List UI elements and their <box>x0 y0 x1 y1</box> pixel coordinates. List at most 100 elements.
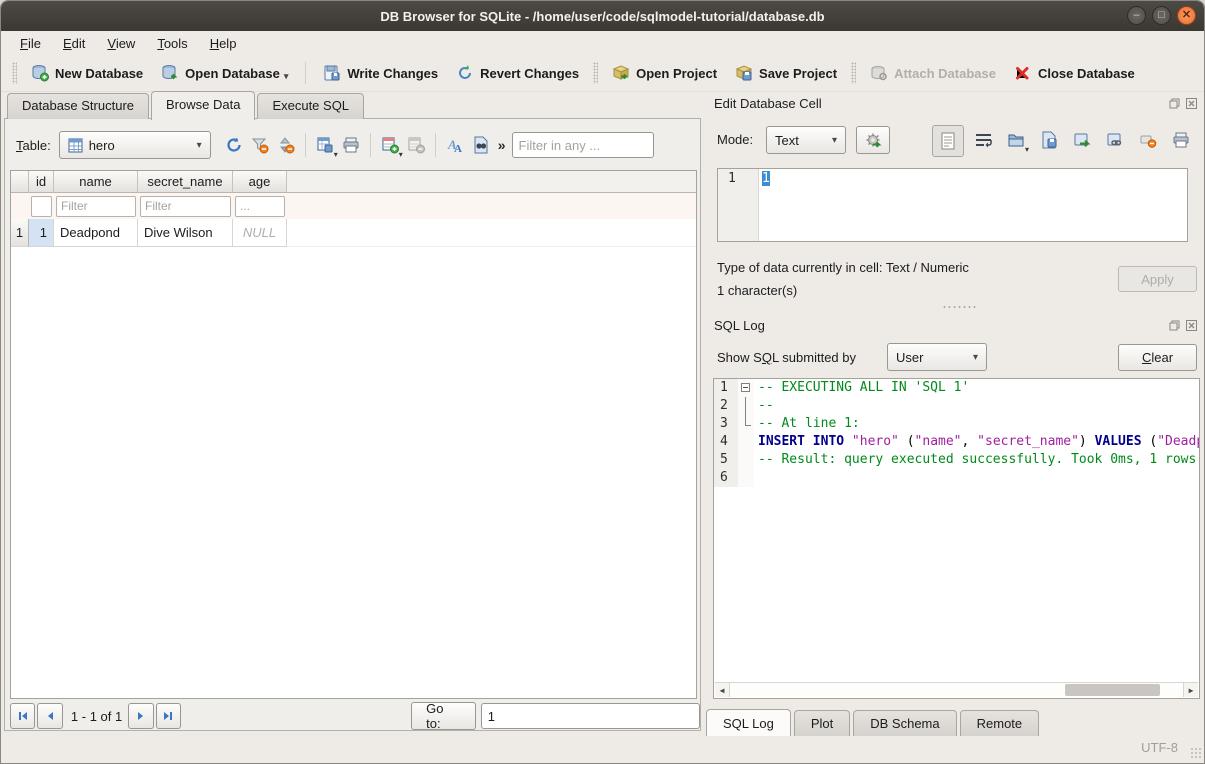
column-header-name[interactable]: name <box>54 171 138 193</box>
new-database-button[interactable]: New Database <box>22 59 152 87</box>
grid-filter-row <box>11 193 696 219</box>
mode-select[interactable]: Text ▾ <box>766 126 846 154</box>
mode-label: Mode: <box>717 132 753 147</box>
status-bar: UTF-8 <box>1 733 1205 763</box>
write-changes-button[interactable]: Write Changes <box>314 59 447 87</box>
save-project-icon <box>735 64 753 82</box>
toolbar-handle <box>851 62 856 84</box>
resize-grip[interactable] <box>1190 747 1202 759</box>
copy-link-button[interactable] <box>1102 127 1128 153</box>
clear-filters-button[interactable] <box>247 132 273 158</box>
filter-input-secret-name[interactable] <box>140 196 231 217</box>
save-as-button[interactable] <box>1069 127 1095 153</box>
scroll-right-icon[interactable]: ▶ <box>1184 683 1198 697</box>
float-dock-icon[interactable] <box>1168 97 1181 110</box>
filter-input-id[interactable] <box>31 196 52 217</box>
previous-record-button[interactable] <box>37 703 62 729</box>
font-icon: AA <box>446 136 464 154</box>
panel-splitter-handle[interactable] <box>942 305 976 309</box>
word-wrap-button[interactable] <box>970 127 996 153</box>
first-record-button[interactable] <box>10 703 35 729</box>
browse-data-pane: Table: hero ▾ ▾ <box>4 118 701 731</box>
import-data-button[interactable]: ▾ <box>1003 127 1029 153</box>
open-database-dropdown-icon[interactable]: ▾ <box>284 71 289 82</box>
clear-sorting-button[interactable] <box>273 132 299 158</box>
maximize-icon[interactable]: □ <box>1152 6 1171 25</box>
row-header[interactable]: 1 <box>11 219 29 247</box>
cell-name[interactable]: Deadpond <box>54 219 138 247</box>
revert-changes-button[interactable]: Revert Changes <box>447 59 588 87</box>
minimize-icon[interactable]: – <box>1127 6 1146 25</box>
text-mode-button[interactable] <box>932 125 964 157</box>
open-project-button[interactable]: Open Project <box>603 59 726 87</box>
sql-log-editor[interactable]: 1-- EXECUTING ALL IN 'SQL 1'2--3-- At li… <box>713 378 1200 699</box>
import-dropdown-icon[interactable]: ▾ <box>1025 145 1029 154</box>
column-header-age[interactable]: age <box>233 171 287 193</box>
close-database-icon <box>1014 64 1032 82</box>
last-record-button[interactable] <box>156 703 181 729</box>
clear-sort-icon <box>277 136 295 154</box>
save-project-button[interactable]: Save Project <box>726 59 846 87</box>
sql-log-lines: 1-- EXECUTING ALL IN 'SQL 1'2--3-- At li… <box>714 379 1199 683</box>
goto-input[interactable] <box>481 703 700 729</box>
close-dock-icon[interactable] <box>1185 319 1198 332</box>
table-icon <box>68 138 83 153</box>
bottom-tabbar: SQL Log Plot DB Schema Remote <box>706 709 1042 736</box>
cell-age[interactable]: NULL <box>233 219 287 247</box>
tab-database-structure[interactable]: Database Structure <box>7 93 149 119</box>
close-dock-icon[interactable] <box>1185 97 1198 110</box>
export-arrow-icon <box>1073 131 1091 149</box>
submitted-by-select[interactable]: User ▾ <box>887 343 987 371</box>
scroll-left-icon[interactable]: ◀ <box>715 683 729 697</box>
menu-view[interactable]: View <box>98 34 144 53</box>
find-in-table-button[interactable] <box>468 132 494 158</box>
table-select[interactable]: hero ▾ <box>59 131 211 159</box>
fold-collapse-icon[interactable] <box>741 383 750 392</box>
chevron-down-icon: ▾ <box>973 352 978 363</box>
menu-edit[interactable]: Edit <box>54 34 94 53</box>
titlebar[interactable]: DB Browser for SQLite - /home/user/code/… <box>1 1 1204 31</box>
write-changes-icon <box>323 64 341 82</box>
new-record-button[interactable]: ▾ <box>377 132 403 158</box>
menu-file[interactable]: File <box>11 34 50 53</box>
set-null-button[interactable] <box>1135 127 1161 153</box>
filter-input-name[interactable] <box>56 196 136 217</box>
print-cell-button[interactable] <box>1168 127 1194 153</box>
grid-corner[interactable] <box>11 171 29 193</box>
close-icon[interactable]: ✕ <box>1177 6 1196 25</box>
cell-id[interactable]: 1 <box>29 219 54 247</box>
export-table-button[interactable]: ▾ <box>312 132 338 158</box>
close-database-button[interactable]: Close Database <box>1005 59 1144 87</box>
menu-help[interactable]: Help <box>201 34 246 53</box>
tab-execute-sql[interactable]: Execute SQL <box>257 93 364 119</box>
show-sql-label: Show SQL submitted by <box>717 350 856 365</box>
cell-editor[interactable]: 1 1 <box>717 168 1188 242</box>
column-header-secret-name[interactable]: secret_name <box>138 171 233 193</box>
next-record-button[interactable] <box>128 703 153 729</box>
filter-input-age[interactable] <box>235 196 285 217</box>
tab-browse-data[interactable]: Browse Data <box>151 91 255 120</box>
print-table-button[interactable] <box>338 132 364 158</box>
open-database-button[interactable]: Open Database ▾ <box>152 59 297 87</box>
float-dock-icon[interactable] <box>1168 319 1181 332</box>
clear-log-button[interactable]: Clear <box>1118 344 1197 371</box>
auto-apply-button[interactable] <box>856 126 890 154</box>
sql-log-hscrollbar[interactable]: ◀ ▶ <box>715 682 1198 697</box>
goto-button[interactable]: Go to: <box>411 702 476 730</box>
tab-sql-log[interactable]: SQL Log <box>706 709 791 736</box>
open-database-icon <box>161 64 179 82</box>
new-database-icon <box>31 64 49 82</box>
last-record-icon <box>162 710 174 722</box>
previous-record-icon <box>44 710 56 722</box>
column-header-id[interactable]: id <box>29 171 54 193</box>
cell-secret-name[interactable]: Dive Wilson <box>138 219 233 247</box>
font-settings-button[interactable]: AA <box>442 132 468 158</box>
export-data-button[interactable] <box>1036 127 1062 153</box>
document-icon <box>940 132 956 150</box>
filter-any-input[interactable] <box>512 132 654 158</box>
menu-tools[interactable]: Tools <box>148 34 196 53</box>
scrollbar-thumb[interactable] <box>1065 684 1160 696</box>
toolbar-separator <box>305 62 306 84</box>
toolbar-overflow-icon[interactable]: » <box>498 137 506 153</box>
refresh-button[interactable] <box>221 132 247 158</box>
